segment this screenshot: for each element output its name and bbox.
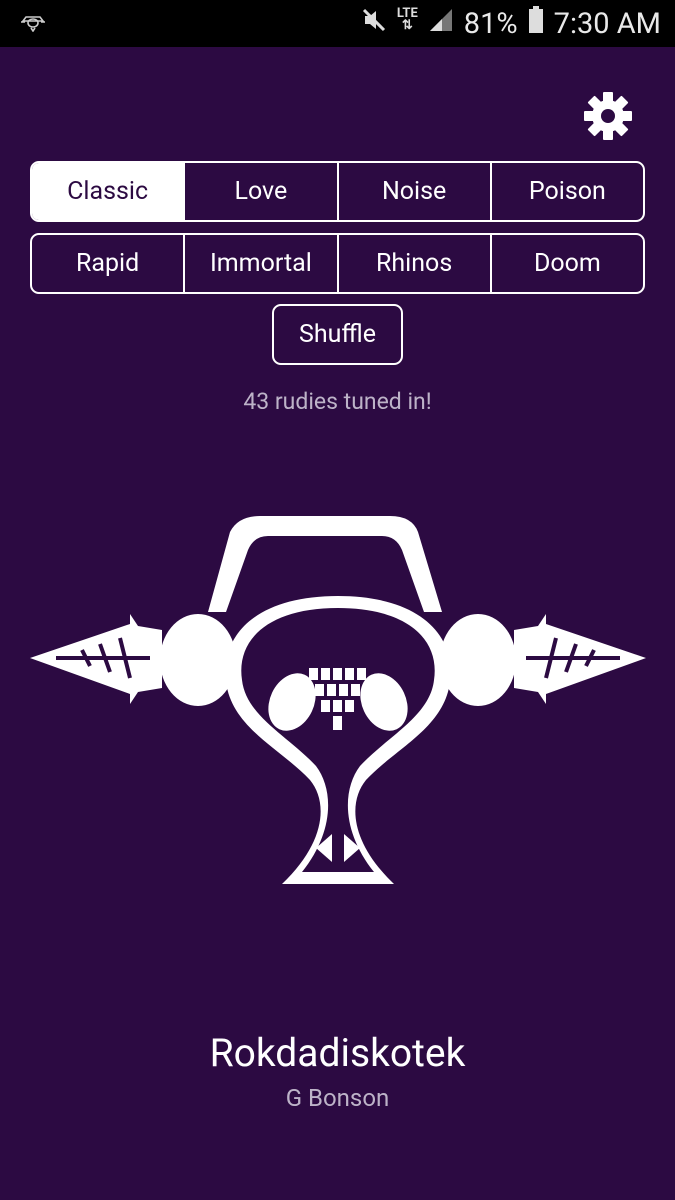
app-notification-icon [20, 12, 46, 36]
station-selector-row-1: Classic Love Noise Poison [30, 161, 645, 222]
status-icons: LTE ⇅ 81% 7:30 AM [361, 0, 661, 47]
mute-icon [361, 7, 387, 41]
station-noise-button[interactable]: Noise [336, 163, 490, 220]
listener-count: 43 rudies tuned in! [243, 388, 432, 415]
station-immortal-button[interactable]: Immortal [183, 235, 336, 292]
settings-button[interactable] [583, 91, 633, 141]
station-doom-button[interactable]: Doom [489, 235, 643, 292]
track-artist: G Bonson [285, 1084, 390, 1112]
station-classic-button[interactable]: Classic [32, 163, 184, 220]
signal-icon [428, 7, 454, 41]
shuffle-button[interactable]: Shuffle [272, 304, 403, 365]
station-logo [30, 516, 646, 884]
lte-data-icon: LTE ⇅ [396, 5, 418, 33]
clock: 7:30 AM [553, 6, 661, 41]
station-rhinos-button[interactable]: Rhinos [336, 235, 490, 292]
network-type: LTE [396, 5, 418, 21]
station-rapid-button[interactable]: Rapid [32, 235, 183, 292]
status-bar: LTE ⇅ 81% 7:30 AM [0, 0, 675, 47]
battery-percent: 81% [463, 6, 518, 41]
gear-icon [584, 92, 632, 140]
station-love-button[interactable]: Love [183, 163, 336, 220]
station-selector-row-2: Rapid Immortal Rhinos Doom [30, 233, 645, 294]
battery-icon [528, 5, 544, 42]
track-title: Rokdadiskotek [209, 1030, 466, 1076]
station-poison-button[interactable]: Poison [489, 163, 643, 220]
